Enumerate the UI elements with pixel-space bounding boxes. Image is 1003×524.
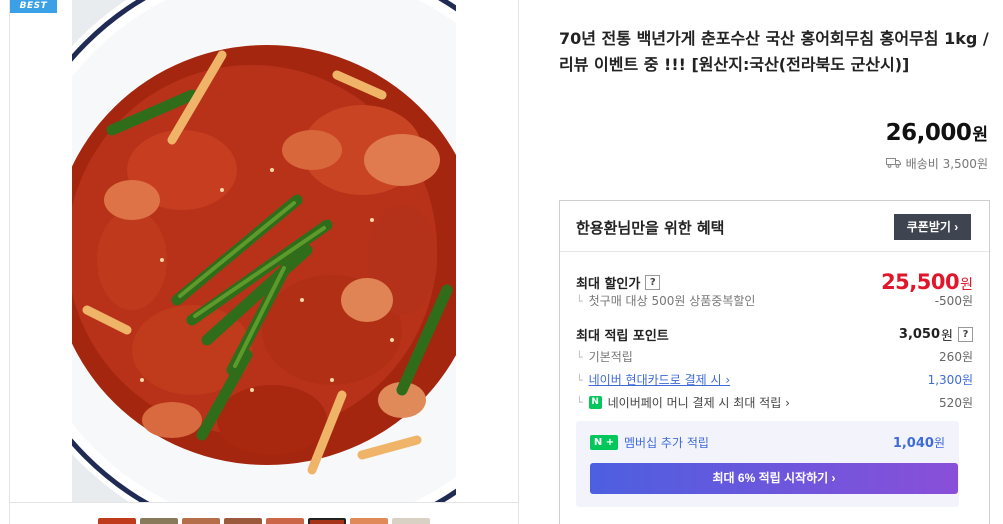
discount-price-unit: 원	[960, 277, 973, 293]
membership-label: N + 멤버십 추가 적립	[590, 434, 709, 451]
benefit-panel: 한용환님만을 위한 혜택 쿠폰받기 › 최대 할인가 ? 25,500 원 └ 첫…	[559, 200, 990, 524]
price-value: 26,000	[885, 120, 972, 146]
first-purchase-value: -500원	[934, 294, 973, 308]
thumbnail[interactable]	[98, 518, 136, 524]
first-purchase-row: └ 첫구매 대상 500원 상품중복할인 -500원	[576, 292, 973, 309]
membership-box: N + 멤버십 추가 적립 1,040원 최대 6% 적립 시작하기 ›	[576, 421, 959, 507]
naver-pay-money-link[interactable]: 네이버페이 머니 결제 시 최대 적립 ›	[608, 394, 790, 411]
truck-icon	[885, 157, 901, 171]
membership-number: 1,040	[892, 436, 934, 451]
thumbnail-active[interactable]	[308, 518, 346, 524]
npay-points-row: └ N 네이버페이 머니 결제 시 최대 적립 › 520원	[576, 394, 973, 411]
first-purchase-text: 첫구매 대상 500원 상품중복할인	[588, 294, 756, 308]
basic-points-value: 260원	[939, 350, 973, 364]
naver-plus-icon: N +	[590, 435, 618, 450]
help-icon[interactable]: ?	[645, 274, 661, 290]
benefit-title: 한용환님만을 위한 혜택	[576, 219, 725, 237]
membership-unit: 원	[933, 436, 945, 450]
max-discount-row: 최대 할인가 ? 25,500 원	[576, 270, 973, 294]
card-points-row: └ 네이버 현대카드로 결제 시 › 1,300원	[576, 371, 973, 388]
main-product-image[interactable]	[72, 0, 456, 502]
get-coupon-button[interactable]: 쿠폰받기 ›	[894, 214, 971, 240]
membership-value: 1,040원	[893, 434, 945, 451]
card-points-value: 1,300원	[927, 373, 973, 387]
naver-pay-icon: N	[588, 396, 602, 409]
basic-points-label: └ 기본적립	[576, 350, 633, 364]
product-price: 26,000 원	[886, 120, 988, 146]
thumbnail-strip	[10, 502, 518, 524]
help-icon[interactable]: ?	[958, 327, 973, 342]
benefit-header: 한용환님만을 위한 혜택 쿠폰받기 ›	[560, 201, 989, 252]
basic-points-row: └ 기본적립 260원	[576, 348, 973, 365]
dish-illustration	[72, 0, 456, 502]
npay-points-value: 520원	[939, 396, 973, 410]
hyundai-card-link[interactable]: 네이버 현대카드로 결제 시 ›	[589, 373, 731, 387]
thumbnail[interactable]	[266, 518, 304, 524]
max-points-number: 3,050	[898, 327, 941, 342]
thumbnail[interactable]	[392, 518, 430, 524]
max-points-value: 3,050 원 ?	[899, 325, 973, 344]
price-unit: 원	[972, 125, 988, 145]
basic-points-text: 기본적립	[588, 350, 633, 364]
product-title: 70년 전통 백년가게 춘포수산 국산 홍어회무침 홍어무침 1kg / 리뷰 …	[559, 29, 989, 74]
max-points-label: 최대 적립 포인트	[576, 329, 669, 344]
membership-text: 멤버십 추가 적립	[624, 436, 709, 450]
max-points-row: 최대 적립 포인트 3,050 원 ?	[576, 325, 973, 344]
thumbnail[interactable]	[224, 518, 262, 524]
discount-price-value: 25,500	[881, 270, 960, 294]
card-points-label: └ 네이버 현대카드로 결제 시 ›	[576, 373, 731, 387]
start-membership-button[interactable]: 최대 6% 적립 시작하기 ›	[590, 463, 958, 494]
thumbnail[interactable]	[182, 518, 220, 524]
shipping-fee: 배송비 3,500원	[905, 157, 988, 171]
npay-points-label: └ N 네이버페이 머니 결제 시 최대 적립 ›	[576, 394, 790, 411]
membership-row: N + 멤버십 추가 적립 1,040원	[590, 434, 945, 451]
thumbnail[interactable]	[140, 518, 178, 524]
max-discount-label: 최대 할인가 ?	[576, 273, 661, 292]
discount-price: 25,500 원	[881, 270, 973, 294]
max-points-unit: 원	[941, 329, 953, 344]
product-gallery: BEST	[9, 0, 519, 524]
shipping-info: 배송비 3,500원	[885, 155, 988, 172]
thumbnail[interactable]	[350, 518, 388, 524]
max-discount-text: 최대 할인가	[576, 276, 641, 292]
first-purchase-label: └ 첫구매 대상 500원 상품중복할인	[576, 294, 756, 308]
best-badge: BEST	[10, 0, 57, 13]
